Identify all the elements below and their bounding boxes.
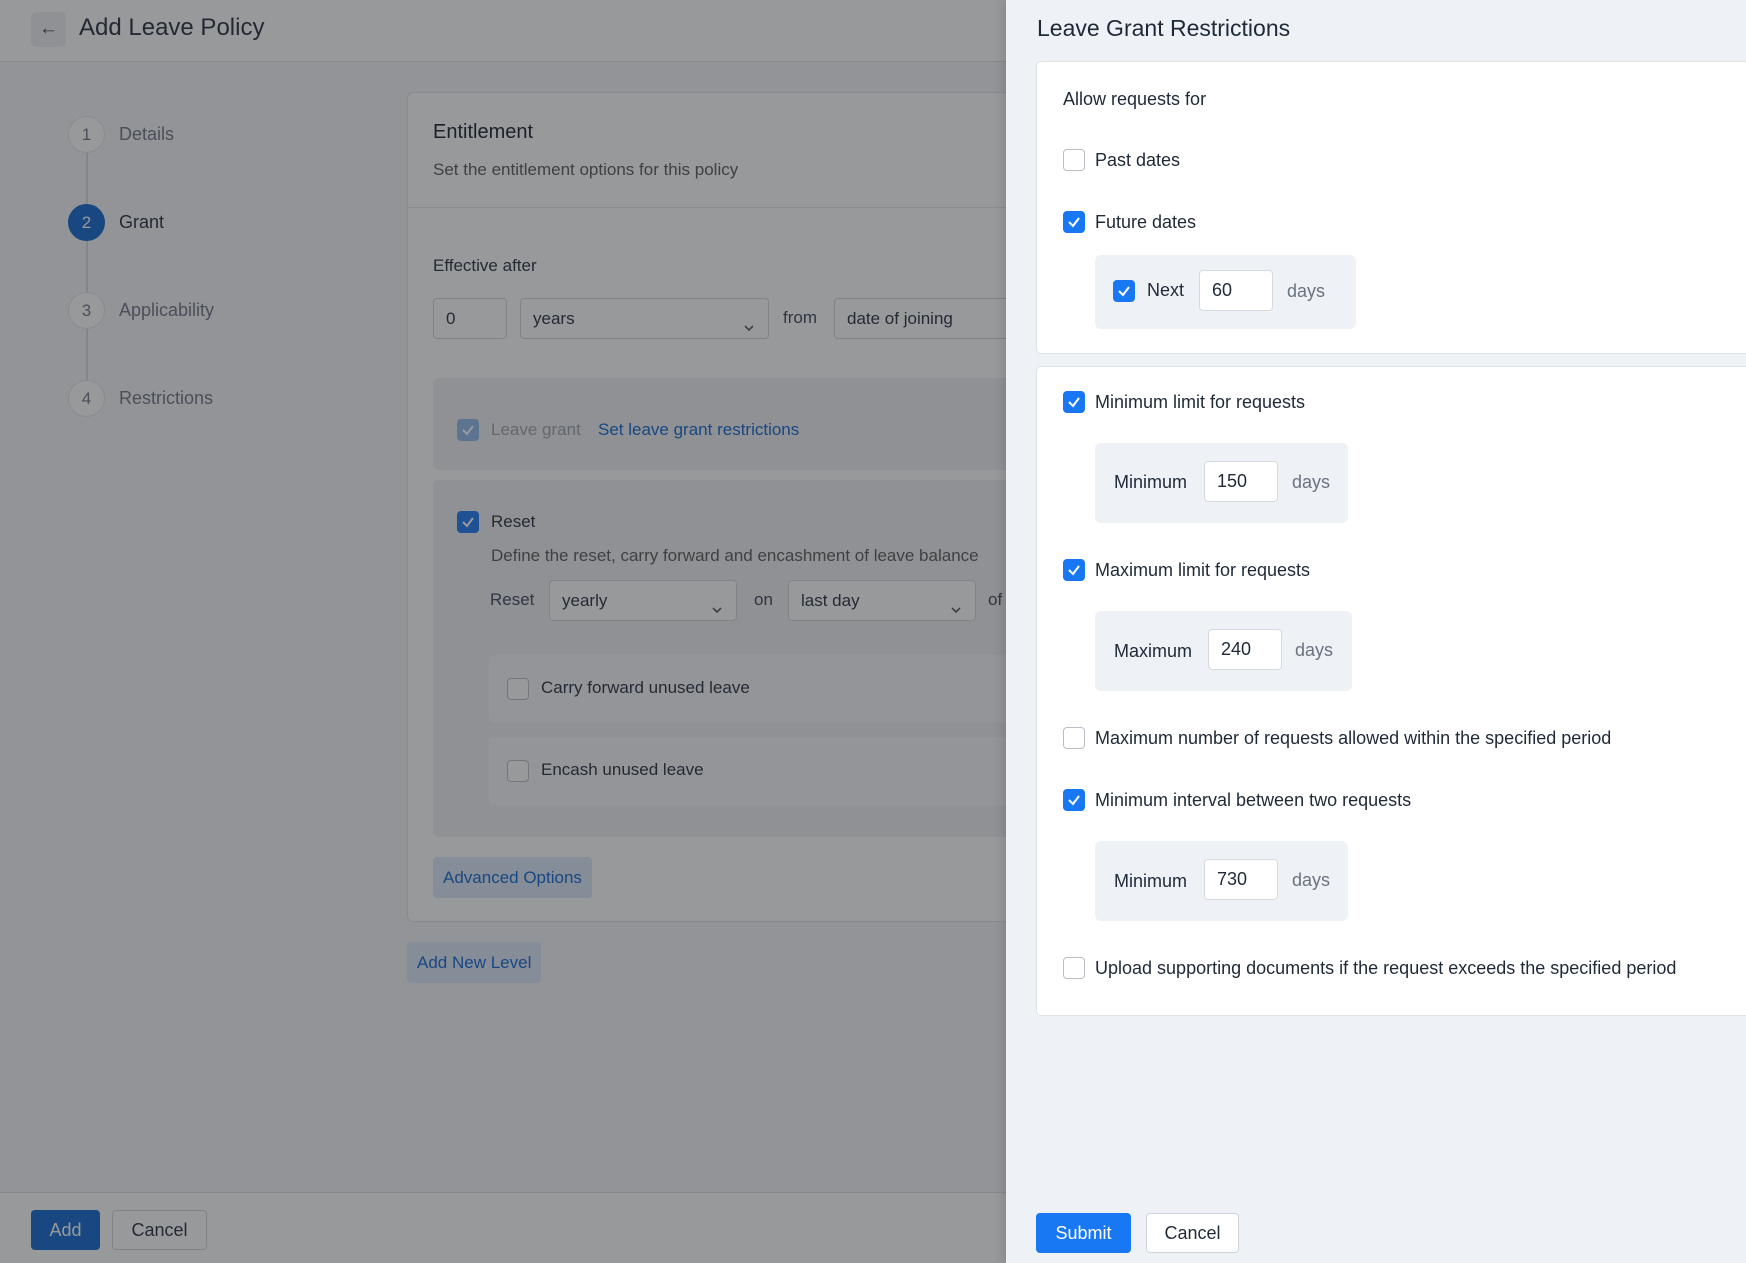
next-days-input[interactable]: 60 xyxy=(1199,270,1273,311)
min-interval-checkbox[interactable] xyxy=(1063,789,1085,811)
allow-requests-panel: Allow requests for Past dates Future dat… xyxy=(1036,61,1746,354)
future-dates-label: Future dates xyxy=(1095,212,1197,232)
max-limit-box: Maximum 240 days xyxy=(1095,611,1352,691)
submit-button[interactable]: Submit xyxy=(1036,1213,1131,1253)
upload-docs-checkbox[interactable] xyxy=(1063,957,1085,979)
max-limit-checkbox[interactable] xyxy=(1063,559,1085,581)
min-limit-box: Minimum 150 days xyxy=(1095,443,1348,523)
max-requests-checkbox[interactable] xyxy=(1063,727,1085,749)
days-unit-label: days xyxy=(1292,870,1331,890)
past-dates-label: Past dates xyxy=(1095,150,1181,170)
days-unit-label: days xyxy=(1295,640,1334,660)
minimum-label: Minimum xyxy=(1114,871,1188,891)
days-unit-label: days xyxy=(1287,281,1326,301)
min-limit-label: Minimum limit for requests xyxy=(1095,392,1306,412)
maximum-label: Maximum xyxy=(1114,641,1193,661)
future-dates-checkbox[interactable] xyxy=(1063,211,1085,233)
min-limit-input[interactable]: 150 xyxy=(1204,461,1278,502)
minimum-label: Minimum xyxy=(1114,472,1188,492)
max-limit-input[interactable]: 240 xyxy=(1208,629,1282,670)
min-interval-label: Minimum interval between two requests xyxy=(1095,790,1412,810)
upload-docs-label: Upload supporting documents if the reque… xyxy=(1095,958,1677,978)
days-unit-label: days xyxy=(1292,472,1331,492)
request-limits-panel: Minimum limit for requests Minimum 150 d… xyxy=(1036,366,1746,1016)
next-checkbox[interactable] xyxy=(1113,280,1135,302)
drawer-title: Leave Grant Restrictions xyxy=(1037,15,1291,41)
future-dates-box: Next 60 days xyxy=(1095,255,1356,329)
allow-requests-label: Allow requests for xyxy=(1063,89,1207,109)
max-limit-label: Maximum limit for requests xyxy=(1095,560,1311,580)
min-interval-box: Minimum 730 days xyxy=(1095,841,1348,921)
min-interval-input[interactable]: 730 xyxy=(1204,859,1278,900)
next-label: Next xyxy=(1147,280,1185,300)
past-dates-checkbox[interactable] xyxy=(1063,149,1085,171)
drawer-cancel-button[interactable]: Cancel xyxy=(1146,1213,1239,1253)
max-requests-label: Maximum number of requests allowed withi… xyxy=(1095,728,1612,748)
leave-grant-restrictions-drawer: Leave Grant Restrictions Allow requests … xyxy=(1006,0,1746,1263)
min-limit-checkbox[interactable] xyxy=(1063,391,1085,413)
